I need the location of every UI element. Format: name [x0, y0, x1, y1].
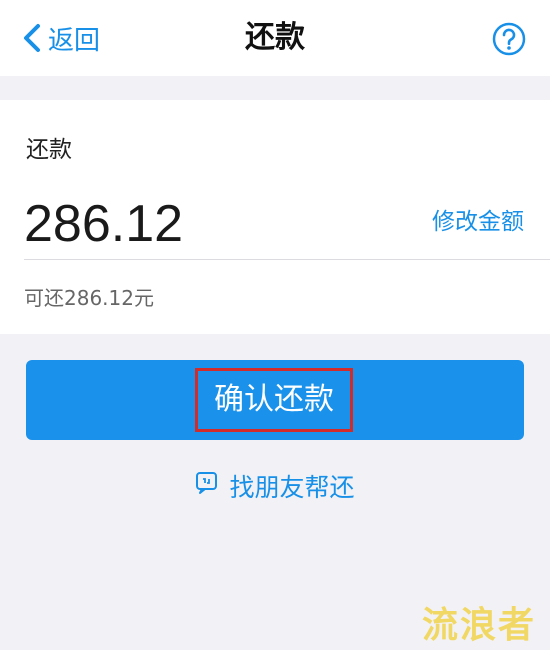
repayment-label: 还款	[26, 137, 72, 163]
modify-amount-link[interactable]: 修改金额	[432, 204, 524, 240]
ask-friend-to-pay-link[interactable]: 找朋友帮还	[0, 466, 550, 506]
watermark: 流浪者	[421, 605, 536, 646]
back-button[interactable]: 返回	[22, 18, 100, 58]
navigation-bar: 返回 还款	[0, 0, 550, 76]
back-label: 返回	[48, 25, 101, 56]
chevron-left-icon	[22, 23, 42, 53]
repayment-card: 还款 286.12 修改金额 可还286.12元	[0, 100, 550, 334]
confirm-repayment-button[interactable]: 确认还款	[26, 360, 524, 440]
available-amount-text: 可还286.12元	[24, 286, 154, 310]
chat-bubble-icon	[195, 471, 219, 501]
ask-friend-label: 找朋友帮还	[229, 473, 355, 502]
question-circle-icon	[492, 22, 526, 60]
divider	[24, 259, 550, 260]
repayment-amount[interactable]: 286.12	[24, 188, 183, 260]
confirm-repayment-label: 确认还款	[195, 368, 353, 432]
help-button[interactable]	[492, 22, 526, 56]
